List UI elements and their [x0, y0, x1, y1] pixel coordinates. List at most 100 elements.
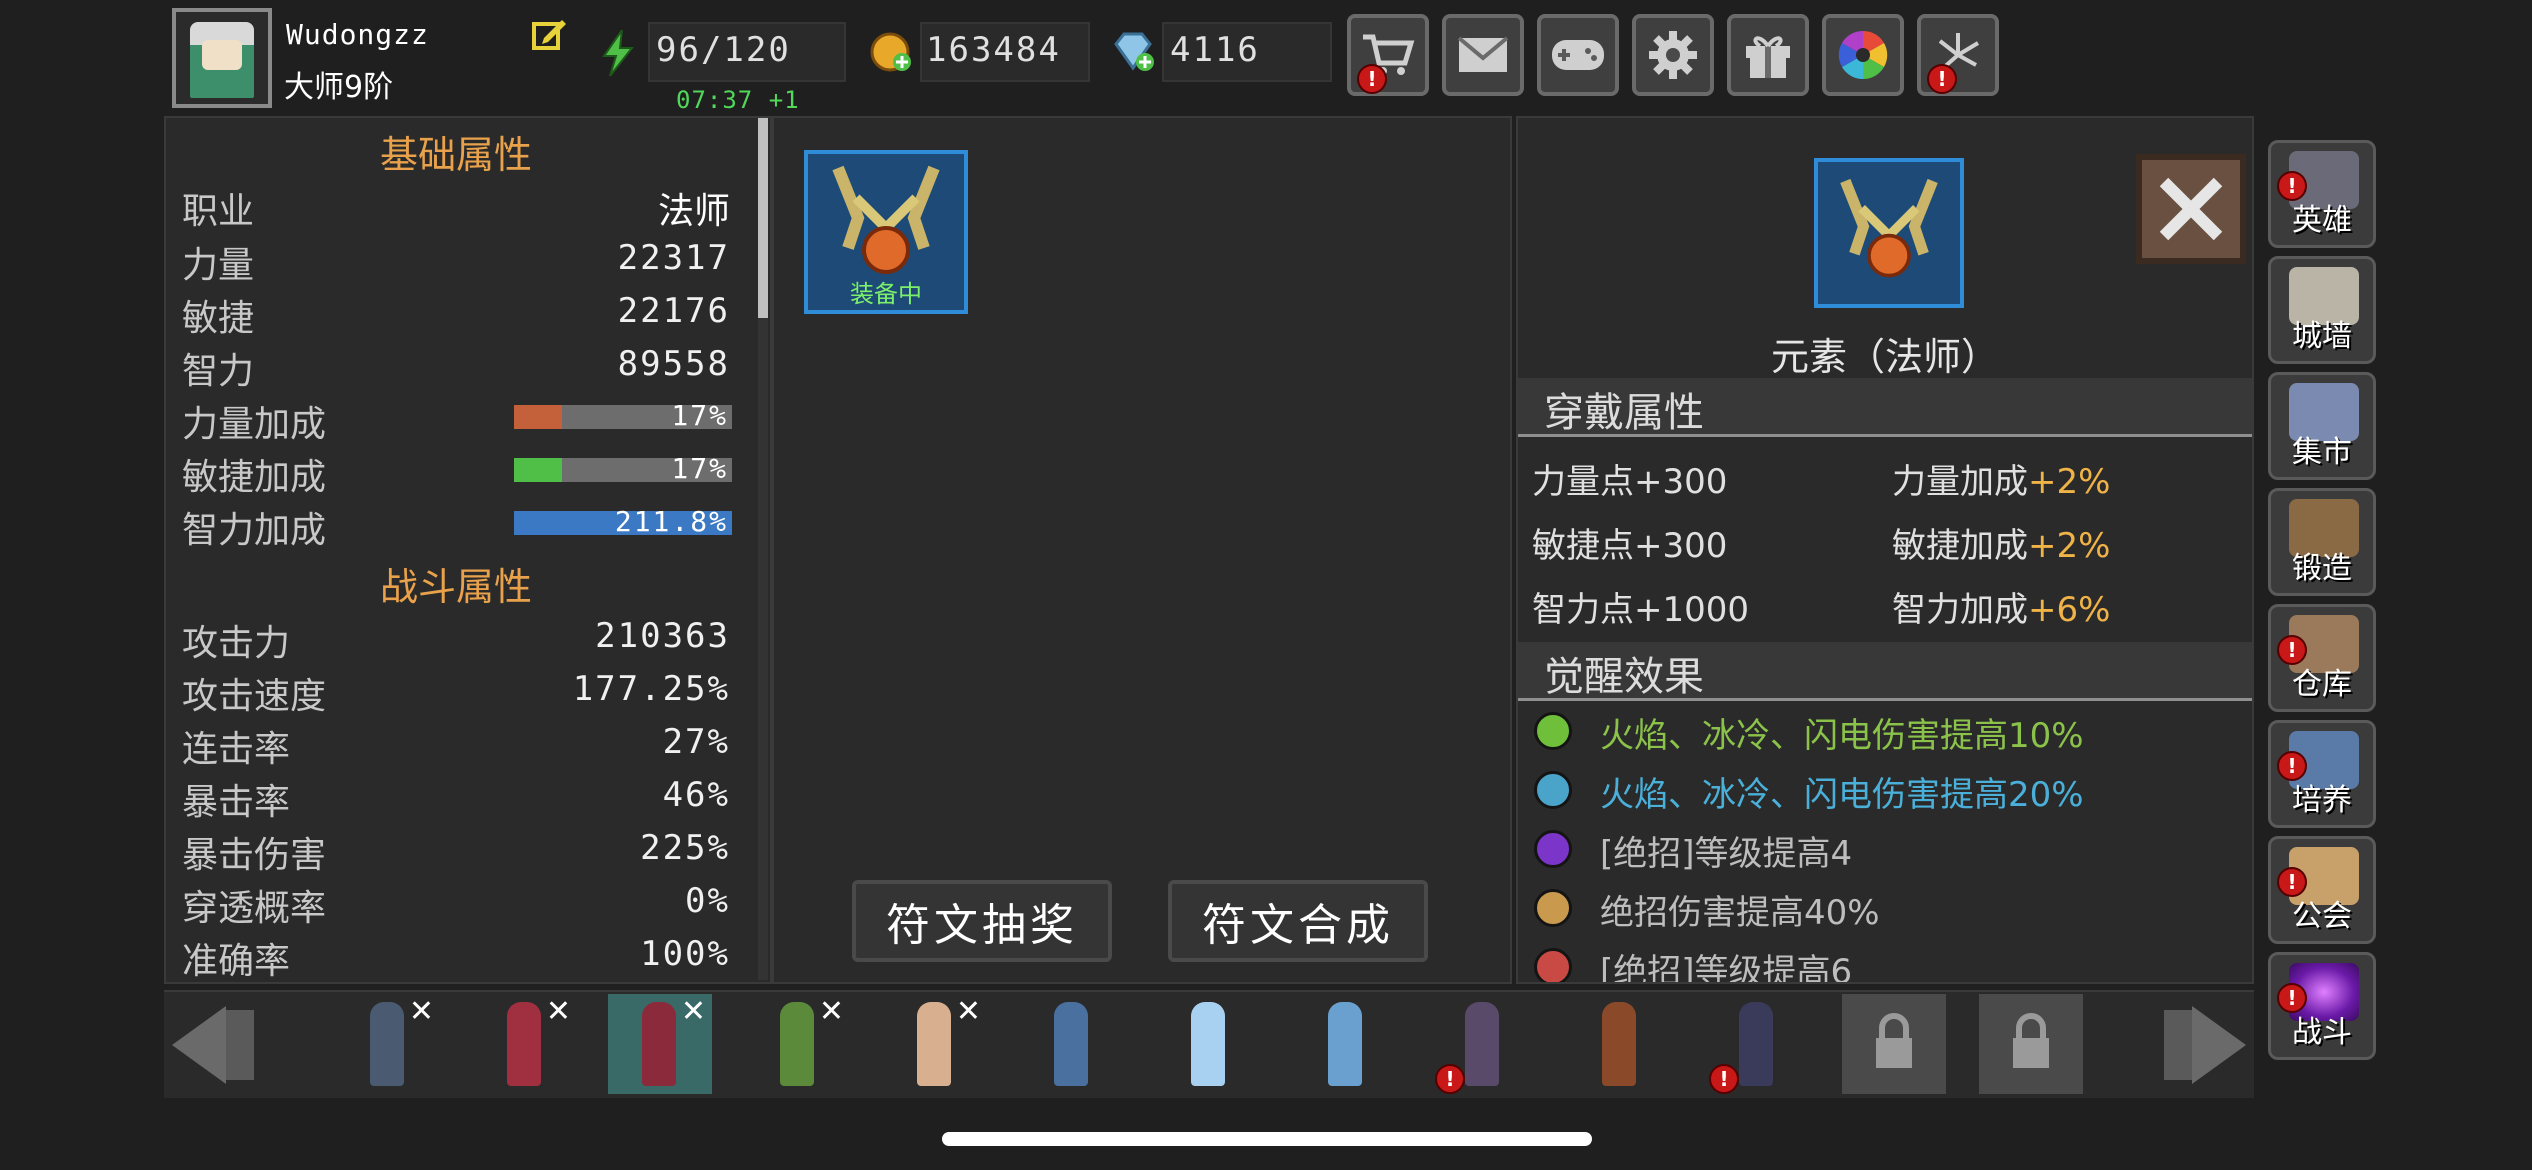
- wear-attr-agi-bonus: 敏捷加成+2%: [1892, 526, 2111, 566]
- critdmg-value: 225%: [640, 828, 730, 868]
- nav-wall-label: 城墙: [2292, 319, 2352, 354]
- nav-hero-label: 英雄: [2292, 203, 2352, 238]
- gem-value: 4116: [1170, 30, 1260, 70]
- nav-wall[interactable]: 城墙: [2268, 256, 2376, 364]
- remove-icon[interactable]: ✕: [819, 994, 844, 1029]
- aspd-label: 攻击速度: [182, 676, 327, 717]
- wear-attr-int-bonus: 智力加成+6%: [1892, 590, 2111, 630]
- hero-slot[interactable]: ✕: [883, 994, 987, 1094]
- player-rank: 大师9阶: [284, 70, 394, 105]
- gamepad-icon: [1552, 40, 1604, 70]
- settings-button[interactable]: [1632, 14, 1714, 96]
- lock-icon: [1876, 1013, 1912, 1068]
- nav-hero[interactable]: ! 英雄: [2268, 140, 2376, 248]
- hero-slot[interactable]: ✕: [336, 994, 440, 1094]
- acc-value: 100%: [640, 934, 730, 974]
- color-wheel-button[interactable]: [1822, 14, 1904, 96]
- int-label: 智力: [182, 351, 255, 392]
- crit-value: 46%: [662, 775, 730, 815]
- mail-button[interactable]: [1442, 14, 1524, 96]
- str-bonus-label: 力量加成: [182, 404, 327, 445]
- hero-slot-selected[interactable]: ✕: [608, 994, 712, 1094]
- gift-icon: [1746, 36, 1790, 78]
- shop-cart-button[interactable]: !: [1347, 14, 1429, 96]
- remove-icon[interactable]: ✕: [546, 994, 571, 1029]
- nav-battle[interactable]: ! 战斗: [2268, 952, 2376, 1060]
- arrow-right-icon[interactable]: [2156, 1000, 2252, 1090]
- hero-slot[interactable]: !: [1431, 994, 1535, 1094]
- nav-forge[interactable]: 锻造: [2268, 488, 2376, 596]
- fireworks-button[interactable]: !: [1917, 14, 1999, 96]
- remove-icon[interactable]: ✕: [956, 994, 981, 1029]
- agi-value: 22176: [617, 291, 730, 331]
- wear-attr-agi: 敏捷点+300: [1532, 526, 1728, 566]
- aspd-value: 177.25%: [572, 669, 730, 709]
- color-wheel-icon: [1838, 30, 1888, 80]
- hero-slot-locked[interactable]: [1979, 994, 2083, 1094]
- hero-slot[interactable]: ✕: [473, 994, 577, 1094]
- int-value: 89558: [617, 344, 730, 384]
- settings-gear-icon: [1649, 31, 1697, 79]
- energy-value: 96/120: [656, 30, 791, 70]
- nav-guild[interactable]: ! 公会: [2268, 836, 2376, 944]
- awaken-effect: [绝招]等级提高4: [1600, 834, 1853, 874]
- pierce-value: 0%: [685, 881, 730, 921]
- awaken-header: 觉醒效果: [1518, 642, 2252, 701]
- awaken-effects-list[interactable]: 火焰、冰冷、闪电伤害提高10% 火焰、冰冷、闪电伤害提高20% [绝招]等级提高…: [1518, 702, 2252, 982]
- stats-clip: 准确率 100%: [164, 930, 756, 982]
- effect-dot-purple: [1534, 830, 1572, 868]
- nav-train[interactable]: ! 培养: [2268, 720, 2376, 828]
- hero-slot[interactable]: ✕: [746, 994, 850, 1094]
- remove-icon[interactable]: ✕: [681, 994, 706, 1029]
- wear-attr-str-bonus: 力量加成+2%: [1892, 462, 2111, 502]
- nav-market[interactable]: 集市: [2268, 372, 2376, 480]
- arrow-left-icon[interactable]: [166, 1000, 262, 1090]
- rune-draw-button[interactable]: 符文抽奖: [852, 880, 1112, 962]
- nav-train-label: 培养: [2292, 783, 2352, 818]
- gold-value: 163484: [926, 30, 1061, 70]
- effect-dot-orange: [1534, 889, 1572, 927]
- rune-spider-icon: [1840, 178, 1938, 278]
- nav-warehouse-label: 仓库: [2292, 667, 2352, 702]
- edit-icon[interactable]: [530, 16, 568, 54]
- atk-label: 攻击力: [182, 623, 291, 664]
- critdmg-label: 暴击伤害: [182, 835, 327, 876]
- close-button[interactable]: [2136, 154, 2246, 264]
- hero-slot[interactable]: [1568, 994, 1672, 1094]
- remove-icon[interactable]: ✕: [409, 994, 434, 1029]
- hero-slot[interactable]: !: [1705, 994, 1809, 1094]
- basic-stats-title: 基础属性: [379, 133, 532, 177]
- home-indicator[interactable]: [942, 1132, 1592, 1146]
- acc-label: 准确率: [182, 941, 291, 982]
- rune-merge-button[interactable]: 符文合成: [1168, 880, 1428, 962]
- awaken-effect: [绝招]等级提高6: [1600, 952, 1853, 982]
- combo-value: 27%: [662, 722, 730, 762]
- nav-warehouse[interactable]: ! 仓库: [2268, 604, 2376, 712]
- hero-slot[interactable]: [1020, 994, 1124, 1094]
- stats-scrollbar-thumb[interactable]: [758, 118, 768, 318]
- class-value: 法师: [657, 191, 730, 232]
- class-label: 职业: [182, 191, 255, 232]
- mail-icon: [1457, 36, 1509, 72]
- nav-forge-label: 锻造: [2292, 551, 2352, 586]
- wear-attr-int: 智力点+1000: [1532, 590, 1750, 630]
- nav-battle-label: 战斗: [2292, 1015, 2352, 1050]
- gift-button[interactable]: [1727, 14, 1809, 96]
- gem-diamond-icon: [1114, 32, 1154, 71]
- player-avatar[interactable]: [172, 8, 272, 108]
- str-value: 22317: [617, 238, 730, 278]
- gold-coin-icon: [870, 32, 911, 72]
- gamepad-button[interactable]: [1537, 14, 1619, 96]
- hero-slot[interactable]: [1157, 994, 1261, 1094]
- nav-market-label: 集市: [2292, 435, 2352, 470]
- awaken-effect: 火焰、冰冷、闪电伤害提高20%: [1600, 775, 2084, 815]
- combo-label: 连击率: [182, 729, 291, 770]
- hero-slot[interactable]: [1294, 994, 1398, 1094]
- energy-bolt-icon: [602, 30, 635, 76]
- awaken-effect: 绝招伤害提高40%: [1600, 893, 1880, 933]
- rune-slot-equipped[interactable]: 装备中: [804, 150, 968, 314]
- wear-attr-str: 力量点+300: [1532, 462, 1728, 502]
- awaken-effect: 火焰、冰冷、闪电伤害提高10%: [1600, 716, 2084, 756]
- atk-value: 210363: [595, 616, 730, 656]
- hero-slot-locked[interactable]: [1842, 994, 1946, 1094]
